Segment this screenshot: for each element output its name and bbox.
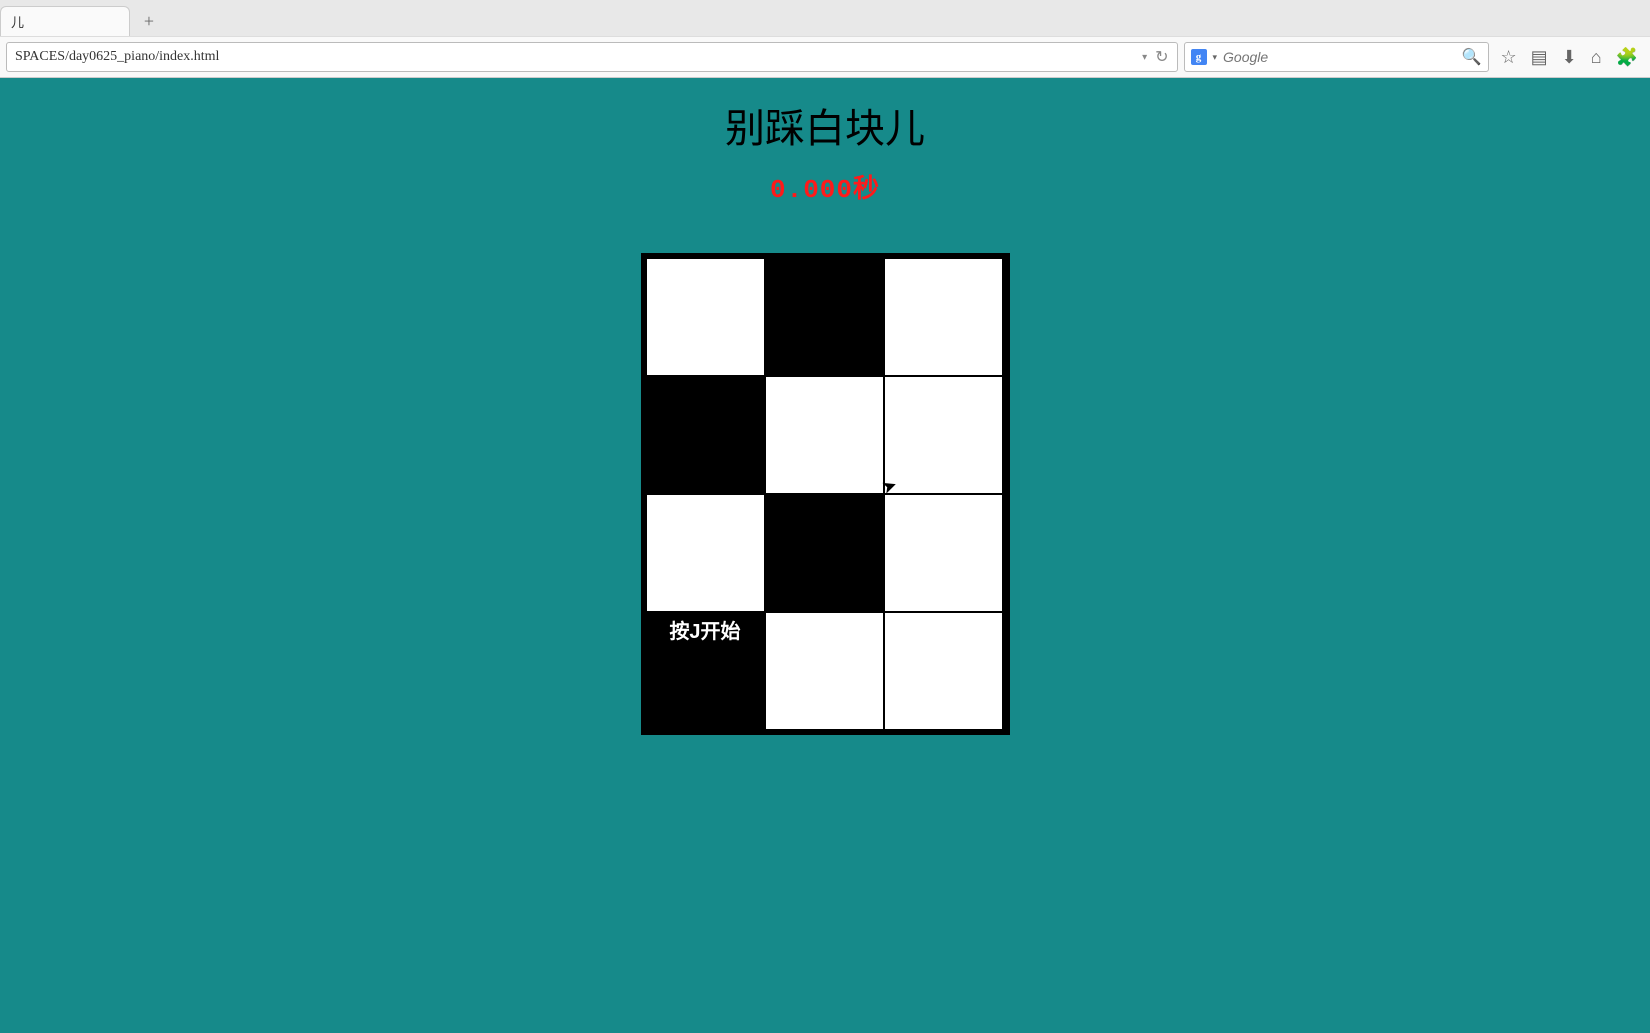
search-icon[interactable]: 🔍 [1462, 47, 1482, 67]
bookmark-icon[interactable]: ☆ [1501, 48, 1517, 66]
search-box: g ▾ 🔍 [1184, 42, 1489, 72]
browser-chrome: 儿 + SPACES/day0625_piano/index.html ▾ ↻ … [0, 0, 1650, 78]
piano-tile-white[interactable] [765, 612, 884, 730]
chevron-down-icon[interactable]: ▾ [1213, 52, 1218, 63]
tab-bar: 儿 + [0, 0, 1650, 36]
url-right: ▾ ↻ [1142, 47, 1168, 67]
piano-board: 按J开始 [641, 253, 1010, 735]
browser-tab[interactable]: 儿 [0, 6, 130, 36]
tab-label: 儿 [11, 12, 24, 31]
game-title: 别踩白块儿 [0, 96, 1650, 154]
url-box[interactable]: SPACES/day0625_piano/index.html ▾ ↻ [6, 42, 1178, 72]
board-row [646, 494, 1005, 612]
search-input[interactable] [1223, 49, 1456, 65]
piano-tile-white[interactable] [646, 494, 765, 612]
downloads-icon[interactable]: ⬇ [1562, 48, 1577, 66]
game-page: 别踩白块儿 0.000秒 按J开始 ➤ [0, 78, 1650, 1033]
piano-tile-black[interactable] [646, 376, 765, 494]
addon-icon[interactable]: 🧩 [1616, 48, 1638, 66]
piano-tile-black[interactable] [765, 258, 884, 376]
reload-icon[interactable]: ↻ [1155, 47, 1168, 67]
board-row: 按J开始 [646, 612, 1005, 730]
start-tile[interactable]: 按J开始 [646, 612, 765, 730]
reader-icon[interactable]: ▤ [1531, 48, 1548, 66]
piano-tile-black[interactable] [765, 494, 884, 612]
chevron-down-icon[interactable]: ▾ [1142, 52, 1147, 63]
search-engine-icon[interactable]: g [1191, 49, 1207, 65]
address-bar: SPACES/day0625_piano/index.html ▾ ↻ g ▾ … [0, 36, 1650, 78]
url-text: SPACES/day0625_piano/index.html [15, 49, 1142, 65]
game-timer: 0.000秒 [0, 168, 1650, 205]
toolbar-icons: ☆ ▤ ⬇ ⌂ 🧩 [1495, 48, 1644, 66]
board-row [646, 258, 1005, 376]
piano-tile-white[interactable] [884, 376, 1003, 494]
piano-tile-white[interactable] [884, 612, 1003, 730]
piano-tile-white[interactable] [884, 494, 1003, 612]
piano-tile-white[interactable] [884, 258, 1003, 376]
board-row [646, 376, 1005, 494]
home-icon[interactable]: ⌂ [1591, 48, 1602, 66]
piano-tile-white[interactable] [646, 258, 765, 376]
new-tab-button[interactable]: + [134, 6, 164, 36]
plus-icon: + [144, 11, 154, 32]
piano-tile-white[interactable] [765, 376, 884, 494]
